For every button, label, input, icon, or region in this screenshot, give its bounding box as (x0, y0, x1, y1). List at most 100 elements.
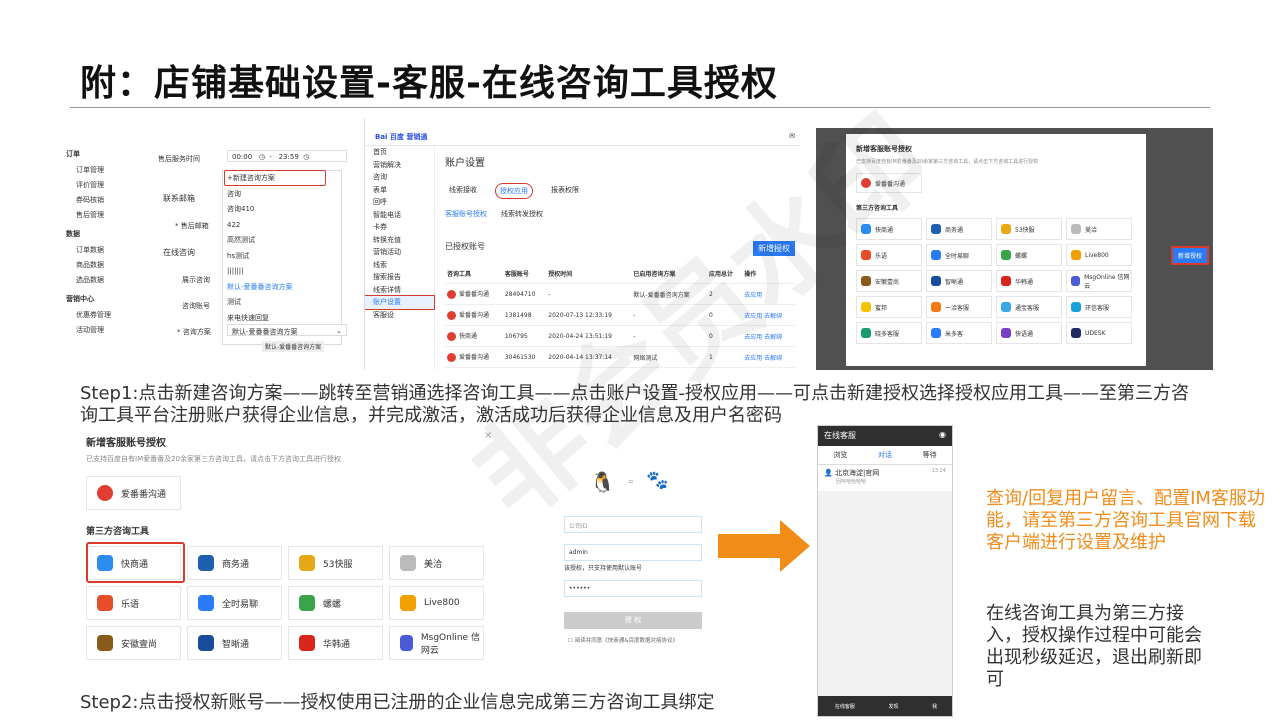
dropdown-option[interactable]: 咨询410 (223, 202, 341, 218)
chat-list-item[interactable]: 👤 北京海淀|官网 13:24 回呼哈哈哈哈 (818, 465, 952, 491)
tool-option[interactable]: 环信客服 (1066, 296, 1132, 318)
tab[interactable]: 报表权限 (547, 183, 583, 199)
tool-option[interactable]: MsgOnline 信网云 (1066, 270, 1132, 292)
menu-item[interactable]: 评价管理 (66, 178, 150, 193)
sidebar-item[interactable]: 营销活动 (365, 246, 434, 259)
table-cell[interactable]: 去应用 去解绑 (742, 304, 795, 326)
plan-select[interactable]: 默认-爱番番咨询方案 ⌄ (227, 324, 347, 336)
subtab[interactable]: 线索转发授权 (501, 209, 543, 219)
dropdown-option[interactable]: 高然测试 (223, 233, 341, 249)
close-icon[interactable]: × (484, 430, 492, 441)
menu-item[interactable]: 商品数据 (66, 258, 150, 273)
menu-group-label: 数据 (66, 230, 80, 238)
tool-option[interactable]: 安徽壹尚 (856, 270, 922, 292)
tool-label: 53快服 (1015, 226, 1035, 234)
tool-option[interactable]: 智晰通 (187, 626, 282, 660)
menu-item[interactable]: 订单数据 (66, 243, 150, 258)
time-range-input[interactable]: 00:00 ◷ - 23:59 ◷ (227, 150, 347, 162)
tool-option[interactable]: 智晰通 (926, 270, 992, 292)
sidebar-item[interactable]: 回呼 (365, 196, 434, 209)
sidebar-item[interactable]: 表单 (365, 184, 434, 197)
menu-item[interactable]: 选品数据 (66, 273, 150, 288)
tab[interactable]: 授权应用 (495, 183, 533, 199)
sidebar-item[interactable]: 搜索报告 (365, 271, 434, 284)
table-header: 咨询工具 (445, 264, 503, 284)
tool-option[interactable]: 通宝客服 (996, 296, 1062, 318)
agreement-checkbox[interactable]: ☐ 阅读并同意《快商通&百度数据对接协议》 (568, 636, 678, 644)
sidebar-item[interactable]: 账户设置 (365, 295, 435, 310)
tool-option[interactable]: 乐语 (856, 244, 922, 266)
table-header: 客服账号 (502, 264, 547, 284)
tool-option[interactable]: 安徽壹尚 (86, 626, 181, 660)
tool-option[interactable]: 美洽 (389, 546, 484, 580)
table-cell[interactable]: 去应用 (742, 283, 795, 305)
sidebar-item[interactable]: 线索详情 (365, 284, 434, 297)
dropdown-option[interactable]: hs测试 (223, 249, 341, 265)
dropdown-option[interactable]: 咨询 (223, 187, 341, 203)
tool-icon (931, 250, 941, 260)
menu-item[interactable]: 售后管理 (66, 208, 150, 223)
tool-option[interactable]: 53快服 (288, 546, 383, 580)
tool-option[interactable]: 华韩通 (996, 270, 1062, 292)
menu-item[interactable]: 券码核销 (66, 193, 150, 208)
dropdown-option[interactable]: 默认-爱番番咨询方案 (223, 280, 341, 296)
menu-item[interactable]: 优惠券管理 (66, 308, 150, 323)
plan-dropdown[interactable]: +新建咨询方案 咨询 咨询410 422 高然测试 hs测试 ||||||| 默认-爱番番咨询… (222, 170, 342, 345)
footer-tab[interactable]: 我 (932, 703, 937, 710)
mail-icon[interactable]: ✉ (789, 132, 795, 140)
sidebar-item[interactable]: 营销解决 (365, 159, 434, 172)
sidebar-item[interactable]: 转换充值 (365, 234, 434, 247)
dropdown-option[interactable]: ||||||| (223, 264, 341, 280)
tool-option[interactable]: 蜜邦 (856, 296, 922, 318)
sidebar-item[interactable]: 客服设 (365, 309, 434, 322)
authorize-button[interactable]: 授 权 (564, 612, 702, 629)
tab[interactable]: 线索接收 (445, 183, 481, 199)
username-input[interactable]: admin (564, 544, 702, 561)
modal-title: 新增客服账号授权 (856, 145, 912, 153)
menu-item[interactable]: 订单管理 (66, 163, 150, 178)
tool-option[interactable]: 快商通 (856, 218, 922, 240)
tool-option[interactable]: 晓多客服 (856, 322, 922, 344)
table-cell[interactable]: 去应用 去解绑 (742, 346, 795, 368)
new-auth-button-right[interactable]: 新增授权 (1170, 246, 1210, 265)
tool-option[interactable]: 美洽 (1066, 218, 1132, 240)
footer-tab[interactable]: 发现 (888, 703, 898, 710)
aifanfan-tool[interactable]: 爱番番沟通 (856, 173, 922, 193)
tool-option[interactable]: UDESK (1066, 322, 1132, 344)
tool-option[interactable]: 米多客 (926, 322, 992, 344)
tool-option[interactable]: 53快服 (996, 218, 1062, 240)
tool-option[interactable]: 商务通 (926, 218, 992, 240)
tool-option[interactable]: 螺螺 (996, 244, 1062, 266)
tool-option[interactable]: Live800 (1066, 244, 1132, 266)
tool-option[interactable]: 一洽客服 (926, 296, 992, 318)
table-cell[interactable]: 去应用 去解绑 (742, 325, 795, 347)
chat-tab[interactable]: 浏览 (833, 450, 847, 460)
tool-option[interactable]: 螺螺 (288, 586, 383, 620)
subtab[interactable]: 客服账号授权 (445, 209, 487, 219)
tool-option[interactable]: 快语通 (996, 322, 1062, 344)
footer-tab[interactable]: 在线客服 (835, 703, 855, 710)
sidebar-item[interactable]: 卡券 (365, 221, 434, 234)
tool-option[interactable]: 商务通 (187, 546, 282, 580)
chat-tab[interactable]: 等待 (923, 450, 937, 460)
dropdown-option[interactable]: 测试 (223, 295, 341, 311)
sidebar-item[interactable]: 咨询 (365, 171, 434, 184)
tool-option[interactable]: 全时易聊 (926, 244, 992, 266)
tool-option[interactable]: MsgOnline 信网云 (389, 626, 484, 660)
sidebar-item[interactable]: 首页 (365, 146, 434, 159)
menu-item[interactable]: 活动管理 (66, 323, 150, 338)
table-cell: 2020-04-24 13:51:19 (546, 325, 632, 347)
sidebar-item[interactable]: 智能电话 (365, 209, 434, 222)
chat-tab[interactable]: 对话 (878, 450, 892, 460)
tool-option[interactable]: 乐语 (86, 586, 181, 620)
sidebar-item[interactable]: 线索 (365, 259, 434, 272)
tool-option[interactable]: Live800 (389, 586, 484, 620)
new-auth-button[interactable]: 新增授权 (753, 241, 795, 256)
tool-option[interactable]: 全时易聊 (187, 586, 282, 620)
eye-icon[interactable]: ◉ (939, 430, 946, 439)
aifanfan-tool-large[interactable]: 爱番番沟通 (86, 476, 181, 510)
tool-option[interactable]: 华韩通 (288, 626, 383, 660)
company-id-input[interactable]: 公司ID (564, 516, 702, 533)
password-input[interactable]: •••••• (564, 580, 702, 597)
dropdown-option[interactable]: 422 (223, 218, 341, 234)
